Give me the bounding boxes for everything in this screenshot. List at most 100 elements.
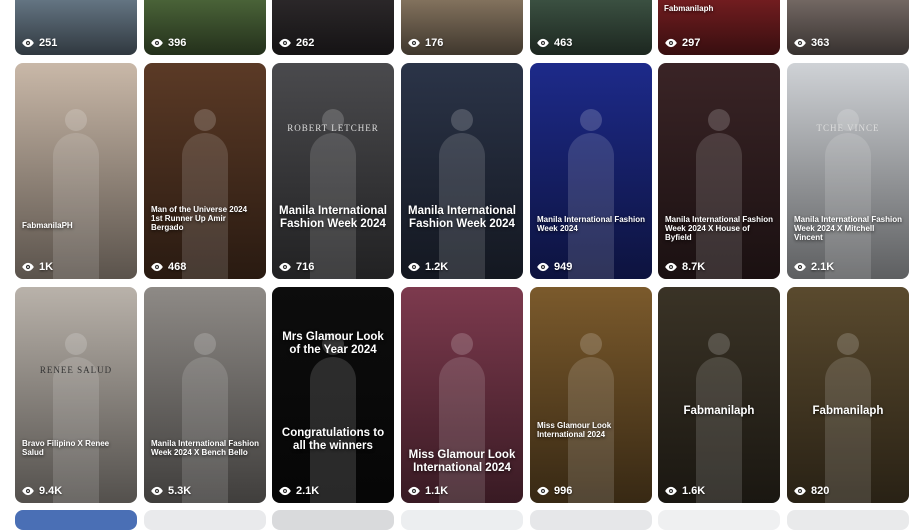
view-count-label: 1.2K xyxy=(425,261,449,273)
view-count-label: 468 xyxy=(168,261,187,273)
eye-icon xyxy=(21,486,35,496)
video-thumbnail[interactable]: 396 xyxy=(144,0,266,55)
video-caption: Manila International Fashion Week 2024 xyxy=(408,205,516,231)
eye-icon xyxy=(150,486,164,496)
banner-text: RENEE SALUD xyxy=(39,365,113,375)
view-count: 716 xyxy=(278,261,314,273)
eye-icon xyxy=(536,38,550,48)
view-count-label: 463 xyxy=(554,37,573,49)
video-thumbnail[interactable]: Miss Glamour Look International 2024 1.1K xyxy=(401,287,523,503)
view-count-label: 2.1K xyxy=(296,485,320,497)
view-count-label: 949 xyxy=(554,261,573,273)
eye-icon xyxy=(793,262,807,272)
view-count-label: 1.1K xyxy=(425,485,449,497)
view-count-label: 8.7K xyxy=(682,261,706,273)
eye-icon xyxy=(536,486,550,496)
eye-icon xyxy=(793,486,807,496)
eye-icon xyxy=(407,38,421,48)
eye-icon xyxy=(664,262,678,272)
person-head xyxy=(194,333,216,355)
eye-icon xyxy=(278,38,292,48)
video-thumbnail[interactable]: Fabmanilaph 297 xyxy=(658,0,780,55)
view-count: 262 xyxy=(278,37,314,49)
video-thumbnail[interactable]: Fabmanilaph 820 xyxy=(787,287,909,503)
video-caption: Bravo Filipino X Renee Salud xyxy=(22,439,110,458)
video-caption: Congratulations to all the winners xyxy=(281,427,385,453)
person-silhouette xyxy=(825,133,871,279)
video-thumbnail[interactable]: ROBERT LETCHER Manila International Fashi… xyxy=(272,63,394,279)
eye-icon xyxy=(150,262,164,272)
eye-icon xyxy=(536,262,550,272)
view-count: 363 xyxy=(793,37,829,49)
video-thumbnail[interactable] xyxy=(658,510,780,530)
video-thumbnail[interactable] xyxy=(401,510,523,530)
view-count: 251 xyxy=(21,37,57,49)
view-count: 820 xyxy=(793,485,829,497)
video-thumbnail[interactable]: RENEE SALUD Bravo Filipino X Renee Salud 9… xyxy=(15,287,137,503)
eye-icon xyxy=(664,38,678,48)
video-thumbnail[interactable]: Manila International Fashion Week 2024 X… xyxy=(658,63,780,279)
view-count-label: 363 xyxy=(811,37,830,49)
view-count-label: 297 xyxy=(682,37,701,49)
view-count: 468 xyxy=(150,261,186,273)
video-caption: Fabmanilaph xyxy=(664,4,714,13)
person-head xyxy=(65,109,87,131)
video-thumbnail[interactable] xyxy=(144,510,266,530)
person-silhouette xyxy=(568,133,614,279)
view-count: 176 xyxy=(407,37,443,49)
view-count-label: 1K xyxy=(39,261,54,273)
video-thumbnail[interactable]: Miss Glamour Look International 2024 996 xyxy=(530,287,652,503)
view-count: 1K xyxy=(21,261,53,273)
video-thumbnail[interactable] xyxy=(530,510,652,530)
video-thumbnail[interactable]: 251 xyxy=(15,0,137,55)
video-thumbnail[interactable]: 363 xyxy=(787,0,909,55)
video-thumbnail[interactable]: 463 xyxy=(530,0,652,55)
video-thumbnail[interactable]: FabmanilaPH 1K xyxy=(15,63,137,279)
video-thumbnail[interactable]: Manila International Fashion Week 2024 X… xyxy=(144,287,266,503)
person-head xyxy=(580,109,602,131)
view-count: 1.1K xyxy=(407,485,448,497)
person-silhouette xyxy=(53,357,99,503)
view-count-label: 2.1K xyxy=(811,261,835,273)
video-caption: Manila International Fashion Week 2024 xyxy=(537,215,646,234)
view-count-label: 9.4K xyxy=(39,485,63,497)
view-count: 396 xyxy=(150,37,186,49)
view-count-label: 1.6K xyxy=(682,485,706,497)
eye-icon xyxy=(664,486,678,496)
video-thumbnail[interactable]: 176 xyxy=(401,0,523,55)
eye-icon xyxy=(278,486,292,496)
view-count-label: 820 xyxy=(811,485,830,497)
video-caption: Manila International Fashion Week 2024 X… xyxy=(665,215,774,243)
video-caption: FabmanilaPH xyxy=(22,221,73,230)
view-count-label: 176 xyxy=(425,37,444,49)
video-thumbnail[interactable] xyxy=(15,510,137,530)
eye-icon xyxy=(793,38,807,48)
view-count-label: 396 xyxy=(168,37,187,49)
view-count: 1.6K xyxy=(664,485,705,497)
view-count-label: 251 xyxy=(39,37,58,49)
person-head xyxy=(451,333,473,355)
video-caption-top: Mrs Glamour Look of the Year 2024 xyxy=(282,331,384,357)
video-thumbnail[interactable] xyxy=(787,510,909,530)
video-thumbnail[interactable]: 262 xyxy=(272,0,394,55)
person-head xyxy=(580,333,602,355)
video-thumbnail[interactable]: TCHE VINCE Manila International Fashion W… xyxy=(787,63,909,279)
person-silhouette xyxy=(53,133,99,279)
eye-icon xyxy=(407,262,421,272)
video-thumbnail[interactable]: Man of the Universe 2024 1st Runner Up A… xyxy=(144,63,266,279)
banner-text: ROBERT LETCHER xyxy=(287,123,379,133)
view-count: 9.4K xyxy=(21,485,62,497)
video-thumbnail[interactable] xyxy=(272,510,394,530)
eye-icon xyxy=(278,262,292,272)
video-thumbnail[interactable]: Manila International Fashion Week 2024 94… xyxy=(530,63,652,279)
video-thumbnail[interactable]: Mrs Glamour Look of the Year 2024 Congrat… xyxy=(272,287,394,503)
video-thumbnail[interactable]: Fabmanilaph 1.6K xyxy=(658,287,780,503)
banner-text: TCHE VINCE xyxy=(816,123,880,133)
person-silhouette xyxy=(182,357,228,503)
video-thumbnail[interactable]: Manila International Fashion Week 2024 1.… xyxy=(401,63,523,279)
video-caption: Miss Glamour Look International 2024 xyxy=(408,449,516,475)
view-count: 5.3K xyxy=(150,485,191,497)
person-head xyxy=(708,333,730,355)
video-caption: Fabmanilaph xyxy=(683,405,755,417)
person-head xyxy=(65,333,87,355)
